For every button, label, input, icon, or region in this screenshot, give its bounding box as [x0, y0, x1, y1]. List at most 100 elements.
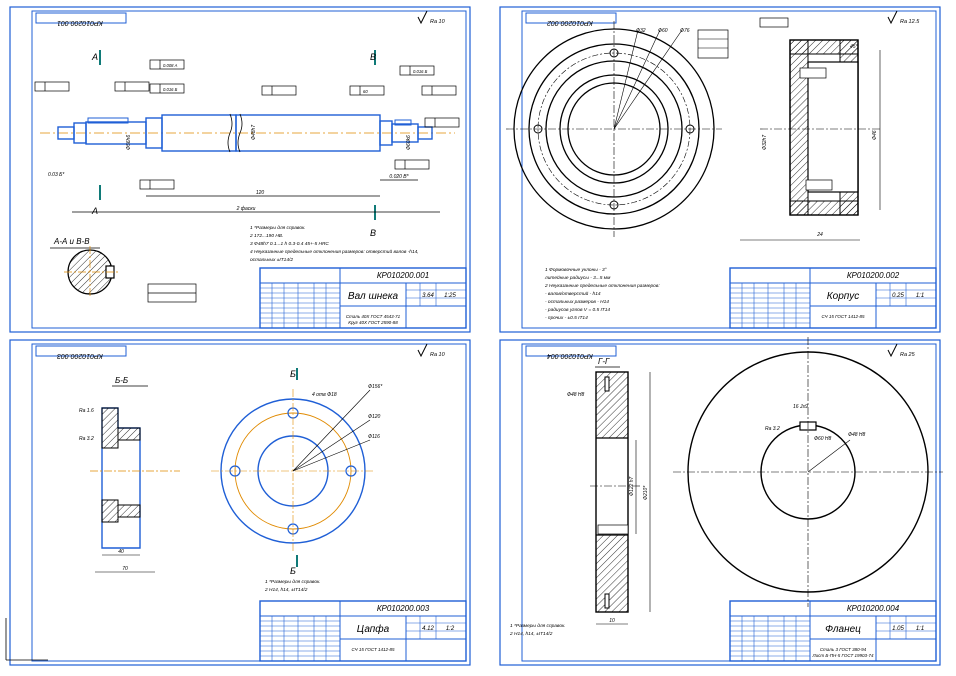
section-title: Г-Г — [598, 357, 610, 366]
flange-slot — [604, 593, 610, 609]
material-line: СЧ 15 ГОСТ 1412-85 — [351, 647, 394, 652]
section-title: А-А и В-В — [53, 237, 90, 246]
material-line: Сталь 3 ГОСТ 380-94 — [820, 647, 867, 652]
tolerance-frame — [421, 85, 457, 96]
hatch-area — [595, 371, 629, 439]
drawing-scale: 1:2 — [446, 626, 455, 632]
stamp-code: КР010200.003 — [57, 352, 103, 359]
tech-note: 1 *Размеры для справок. — [265, 579, 321, 585]
tech-note: остальных ±IT14/2 — [250, 257, 293, 263]
tolerance-frame — [394, 159, 430, 170]
tech-note: - валов/отверстий - h14 — [545, 290, 601, 297]
tolerance-value: 60 — [363, 89, 368, 94]
stamp-code: КР010200.001 — [57, 19, 103, 26]
dim-value: 40 — [118, 549, 124, 555]
part-geometry — [5, 17, 943, 661]
part-mass: 3.64 — [422, 293, 434, 299]
dim-value: Ф48h7 — [251, 125, 257, 140]
sheet-inner-frame — [31, 343, 467, 662]
tech-note: - остальных размеров - H14 — [545, 299, 609, 305]
tolerance-frame — [424, 117, 460, 128]
dim-value: Ф120 — [368, 414, 381, 420]
stamp-code: КР010200.002 — [547, 19, 593, 26]
dim-value: Ф32 — [636, 28, 646, 34]
part-mass: 1.05 — [892, 626, 904, 632]
dim-value: 120 — [256, 190, 265, 196]
part-mass: 4.12 — [422, 626, 434, 632]
tolerance-frame — [114, 81, 150, 92]
section-letter: В — [370, 52, 376, 62]
drawing-code: КР010200.001 — [377, 271, 429, 280]
roughness-value: Ra 10 — [430, 19, 446, 25]
part-name: Корпус — [827, 291, 860, 302]
dim-value: Ф60k6 — [406, 135, 412, 150]
dim-value: 16 Js9 — [793, 404, 808, 410]
housing-bore — [807, 61, 859, 193]
dim-value: 0.020 B* — [389, 174, 409, 180]
roughness-symbol — [417, 343, 428, 358]
tech-note: 1 *Размеры для справок. — [510, 623, 566, 629]
dim-value: Ф48 Н8 — [848, 432, 866, 438]
section-letter: В — [370, 228, 376, 238]
leader-line — [292, 389, 371, 472]
drawing-canvas: КР010200.001 Вал шнека 3.64 1:25 Сталь 40Х Г… — [5, 6, 943, 666]
tolerance-value: 0.016 Б — [413, 69, 428, 74]
hatch-area — [101, 407, 119, 449]
drawing-scale: 1:1 — [916, 293, 924, 299]
dim-value: 24 — [816, 232, 823, 238]
material-line: СЧ 15 ГОСТ 1412-85 — [821, 314, 864, 319]
material-line: Лист Б-ПН-5 ГОСТ 19903-74 — [812, 653, 874, 658]
dim-value: Ф210* — [643, 485, 649, 500]
dim-value: Ф56h6 — [126, 135, 132, 150]
tolerance-frame — [34, 81, 70, 92]
tech-note: 2 H14, h14, ±IT14/2 — [509, 631, 553, 637]
leader-line — [807, 439, 851, 473]
tech-note: 1 Формовочные уклоны - 3° — [545, 267, 607, 273]
hatch-area — [595, 534, 629, 613]
drawing-scale: 1:25 — [444, 293, 456, 299]
tolerance-value: 0.008 А — [163, 63, 178, 68]
tolerance-stack — [697, 29, 729, 59]
hatch-area — [101, 499, 119, 523]
dim-value: Ф46 — [872, 130, 878, 140]
section-letter: Б — [290, 566, 296, 576]
dim-value: Ф60 — [658, 28, 668, 34]
stamp-code: КР010200.004 — [547, 352, 593, 359]
roughness-value: Ra 25 — [900, 352, 916, 358]
drawing-code: КР010200.003 — [377, 604, 430, 613]
drawing-scale: 1:1 — [916, 626, 924, 632]
material-line: Сталь 40Х ГОСТ 4543-71 — [346, 314, 401, 319]
hatch-area — [789, 39, 859, 55]
roughness-symbol — [887, 10, 898, 25]
section-title: Б-Б — [115, 376, 128, 385]
tolerance-frame — [139, 179, 175, 190]
tolerance-frame — [261, 85, 297, 96]
tech-note: - прочих - ±0.5 IT14 — [545, 315, 588, 321]
dim-value: Ra 3.2 — [765, 426, 780, 432]
roughness-symbol — [887, 343, 898, 358]
leader-line — [292, 439, 371, 472]
dim-value: 2 фаски — [236, 206, 256, 212]
hatch-area — [789, 39, 809, 216]
roughness-symbol — [417, 10, 428, 25]
dim-value: Ф76 — [680, 28, 690, 34]
flange-slot — [604, 376, 610, 392]
dim-value: Ф32h7 — [762, 135, 768, 150]
dim-value: Ra 1.6 — [79, 408, 94, 414]
part-mass: 0.25 — [892, 293, 904, 299]
dim-value: 45° — [850, 44, 858, 50]
section-letter: Б — [290, 369, 296, 379]
material-line: Круг 40Х ГОСТ 2590-88 — [348, 320, 398, 325]
hatch-area — [789, 200, 859, 216]
roughness-value: Ra 10 — [430, 352, 446, 358]
tech-note: 2 172...190 НВ. — [249, 233, 283, 239]
dim-value: Ra 3.2 — [79, 436, 94, 442]
hatch-area — [117, 427, 141, 441]
drawing-code: КР010200.004 — [847, 604, 900, 613]
roughness-tag — [799, 67, 827, 79]
tolerance-frame — [759, 17, 789, 28]
axis-marker — [5, 618, 48, 661]
dim-value: Ф156* — [368, 384, 383, 390]
roughness-tag — [805, 179, 833, 191]
dim-value: Ф48 Н8 — [567, 392, 585, 398]
